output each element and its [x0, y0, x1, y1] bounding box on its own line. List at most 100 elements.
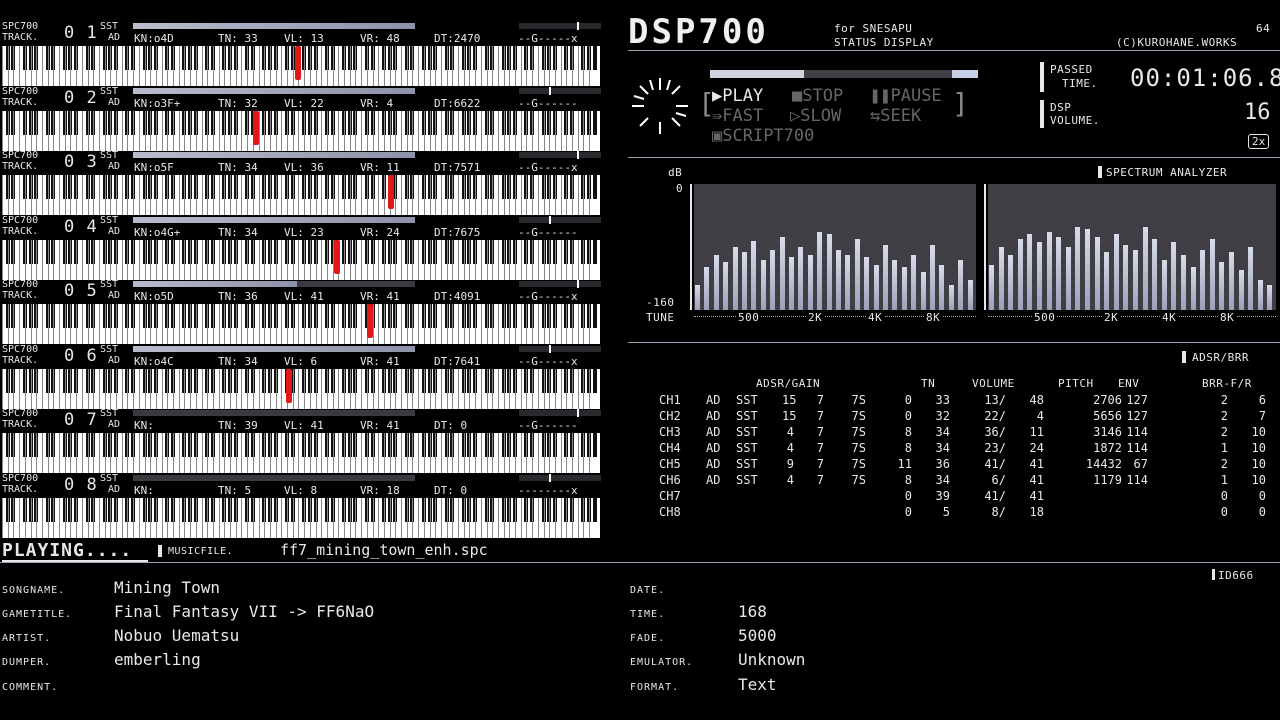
track-keyboard [2, 175, 600, 215]
white-key-edge [41, 368, 43, 409]
white-key-edge [76, 304, 78, 344]
adsr-cell: 7S [851, 425, 866, 439]
white-key-edge [235, 497, 237, 538]
white-key-edge [383, 175, 385, 215]
white-key-edge [93, 46, 95, 86]
white-key-edge [298, 175, 300, 215]
white-key-edge [235, 239, 237, 280]
white-key-edge [537, 239, 539, 280]
white-key-edge [423, 239, 425, 280]
adsr-cell: 8 [904, 425, 912, 439]
white-key-edge [401, 368, 402, 409]
white-key-edge [224, 368, 226, 409]
white-key-edge [497, 433, 499, 473]
white-key-edge [509, 110, 511, 151]
white-key-edge [315, 368, 317, 409]
white-key-edge [435, 497, 437, 538]
white-key-edge [70, 175, 72, 215]
adsr-header-brr: BRR-F/R [1202, 377, 1252, 390]
mini-meter-mark [549, 344, 551, 353]
white-key-edge [349, 110, 351, 151]
fast-button[interactable]: ⇛FAST [712, 106, 763, 126]
white-key-edge [218, 110, 220, 151]
ad-label: AD [108, 419, 121, 430]
white-key-edge [355, 368, 357, 409]
white-key-edge [503, 433, 505, 473]
script700-button[interactable]: ▣SCRIPT700 [712, 126, 814, 146]
adsr-cell: 2 [1220, 409, 1228, 423]
white-key-edge [361, 239, 363, 280]
white-key-edge [315, 433, 317, 473]
white-key-edge [361, 368, 363, 409]
white-key-edge [332, 110, 334, 151]
white-key-edge [190, 497, 192, 538]
volume-left: VL: 41 [284, 290, 324, 303]
white-key-edge [235, 368, 237, 409]
tick-4k-right: 4K [1160, 311, 1179, 324]
white-key-edge [247, 304, 249, 344]
white-key-edge [24, 239, 26, 280]
white-key-edge [161, 368, 163, 409]
white-key-edge [361, 304, 363, 344]
volume-multiplier[interactable]: 2x [1248, 134, 1270, 149]
seek-button[interactable]: ⇆SEEK [870, 106, 921, 126]
white-key-edge [64, 175, 66, 215]
white-key-edge [560, 239, 562, 280]
white-key-edge [287, 175, 288, 215]
white-key-edge [7, 239, 9, 280]
white-key-edge [554, 497, 556, 538]
white-key-edge [554, 433, 556, 473]
spectrum-bar [751, 240, 757, 310]
date-label: DATE. [630, 585, 666, 596]
white-key-edge [93, 239, 95, 280]
white-key-edge [76, 433, 78, 473]
white-key-edge [127, 497, 129, 538]
white-key-edge [480, 368, 482, 409]
adsr-cell: 114 [1126, 425, 1148, 439]
stop-button[interactable]: ■STOP [792, 86, 843, 106]
white-key-edge [167, 368, 169, 409]
spectrum-bar [1037, 242, 1042, 310]
white-key-edge [560, 433, 562, 473]
spectrum-bar [807, 254, 813, 310]
volume-right: VR: 18 [360, 483, 400, 497]
progress-track[interactable] [710, 70, 978, 78]
white-key-edge [389, 368, 391, 409]
spectrum-bar [1027, 234, 1033, 310]
spectrum-bar [1248, 247, 1254, 310]
white-key-edge [452, 110, 454, 151]
white-key-edge [59, 46, 60, 86]
white-key-edge [36, 239, 38, 280]
spectrum-bar [1017, 239, 1023, 310]
white-key-edge [292, 110, 294, 151]
spectrum-bar [911, 254, 917, 310]
white-key-edge [383, 110, 385, 151]
adsr-cell: 10 [1251, 441, 1266, 455]
white-key-edge [178, 433, 180, 473]
white-key-edge [207, 239, 209, 280]
white-key-edge [503, 239, 505, 280]
white-key-edge [275, 175, 277, 215]
white-key-edge [241, 304, 243, 344]
white-key-edge [315, 239, 317, 280]
play-button[interactable]: ▶PLAY [712, 86, 763, 106]
white-key-edge [190, 239, 192, 280]
white-key-edge [572, 433, 573, 473]
adsr-cell: 0 [904, 393, 912, 407]
white-key-edge [349, 304, 351, 344]
track-mini-meter [519, 344, 601, 353]
mini-meter-mark [577, 151, 579, 159]
tune-label: TUNE [646, 311, 675, 324]
white-key-edge [497, 368, 499, 409]
passed-time: 00:01:06.89 [1130, 64, 1280, 92]
white-key-edge [338, 110, 340, 151]
white-key-edge [469, 368, 471, 409]
spc-label: SPC700 [2, 408, 39, 419]
track-label: TRACK. [2, 161, 39, 172]
white-key-edge [13, 433, 15, 473]
track-label: TRACK. [2, 32, 39, 43]
white-key-edge [116, 433, 117, 473]
pause-button[interactable]: ❚❚PAUSE [870, 86, 942, 106]
track-mini-meter [519, 280, 601, 288]
slow-button[interactable]: ▷SLOW [790, 106, 841, 126]
